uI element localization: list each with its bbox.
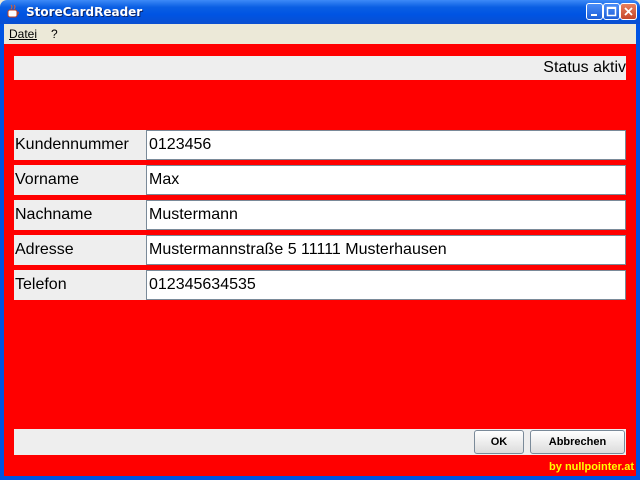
maximize-button[interactable] [603,3,620,20]
window-title: StoreCardReader [26,5,143,19]
menu-datei[interactable]: Datei [9,27,37,41]
minimize-button[interactable] [586,3,603,20]
form-row-telefon: Telefon 012345634535 [14,270,626,300]
menu-help[interactable]: ? [51,27,58,41]
field-label: Telefon [14,270,146,300]
field-label: Vorname [14,165,146,195]
close-button[interactable] [620,3,637,20]
form-row-vorname: Vorname Max [14,165,626,195]
ok-button[interactable]: OK [474,430,524,454]
nachname-field[interactable]: Mustermann [146,200,626,230]
status-text: Status aktiv [543,59,626,76]
field-label: Adresse [14,235,146,265]
telefon-field[interactable]: 012345634535 [146,270,626,300]
status-bar: Status aktiv [14,56,626,80]
java-cup-icon [6,4,21,19]
field-label: Nachname [14,200,146,230]
menu-datei-label: Datei [9,27,38,41]
credit-text: by nullpointer.at [549,461,634,473]
form-row-nachname: Nachname Mustermann [14,200,626,230]
close-icon [624,7,633,16]
menu-bar: Datei ? [0,24,640,44]
adresse-field[interactable]: Mustermannstraße 5 11111 Musterhausen [146,235,626,265]
minimize-icon [591,14,597,16]
form-row-kundennummer: Kundennummer 0123456 [14,130,626,160]
maximize-icon [606,6,617,17]
title-bar[interactable]: StoreCardReader [0,0,640,24]
field-label: Kundennummer [14,130,146,160]
button-bar: OK Abbrechen [14,429,626,455]
form-row-adresse: Adresse Mustermannstraße 5 11111 Musterh… [14,235,626,265]
cancel-button[interactable]: Abbrechen [530,430,625,454]
kundennummer-field[interactable]: 0123456 [146,130,626,160]
vorname-field[interactable]: Max [146,165,626,195]
